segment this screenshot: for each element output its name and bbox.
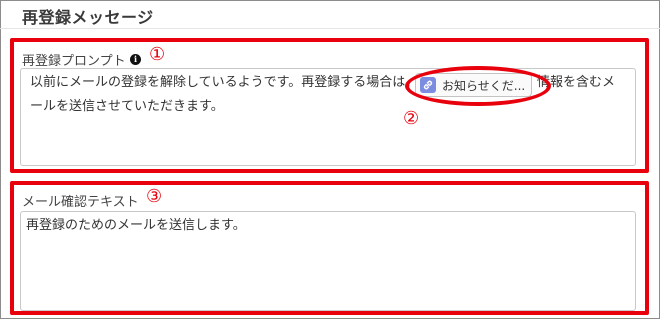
section-title: 再登録メッセージ xyxy=(22,8,154,27)
highlight-box-1 xyxy=(10,38,649,173)
highlight-box-2 xyxy=(10,181,649,315)
title-divider xyxy=(0,28,660,29)
highlight-ellipse xyxy=(405,66,551,106)
